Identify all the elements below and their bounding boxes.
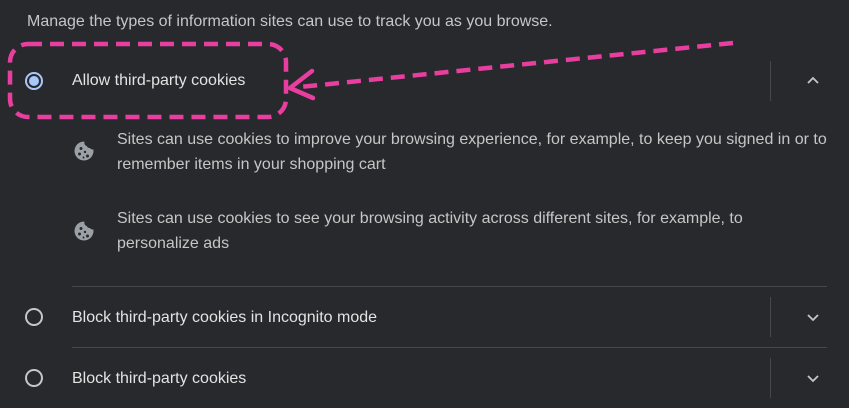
option-label: Allow third-party cookies (72, 72, 246, 89)
cookie-icon (74, 221, 94, 241)
option-block-third-party-cookies[interactable]: Block third-party cookies (0, 358, 849, 398)
intro-text: Manage the types of information sites ca… (27, 13, 553, 30)
option-block-third-party-cookies-incognito[interactable]: Block third-party cookies in Incognito m… (0, 297, 849, 337)
divider (72, 286, 827, 287)
option-allow-third-party-cookies[interactable]: Allow third-party cookies (0, 61, 849, 101)
radio-block-third-party-cookies-incognito[interactable] (25, 308, 43, 326)
chevron-down-icon[interactable] (804, 308, 822, 326)
option-label: Block third-party cookies (72, 370, 247, 387)
detail-item: Sites can use cookies to see your browsi… (72, 206, 832, 258)
vertical-divider (770, 297, 771, 337)
vertical-divider (770, 61, 771, 101)
chevron-up-icon[interactable] (804, 72, 822, 90)
vertical-divider (770, 358, 771, 398)
detail-item: Sites can use cookies to improve your br… (72, 127, 832, 179)
chevron-down-icon[interactable] (804, 369, 822, 387)
divider (72, 347, 827, 348)
detail-text: Sites can use cookies to improve your br… (117, 131, 827, 173)
option-label: Block third-party cookies in Incognito m… (72, 309, 378, 326)
radio-allow-third-party-cookies[interactable] (25, 72, 43, 90)
radio-block-third-party-cookies[interactable] (25, 369, 43, 387)
cookie-icon (74, 141, 94, 161)
detail-text: Sites can use cookies to see your browsi… (117, 210, 743, 252)
